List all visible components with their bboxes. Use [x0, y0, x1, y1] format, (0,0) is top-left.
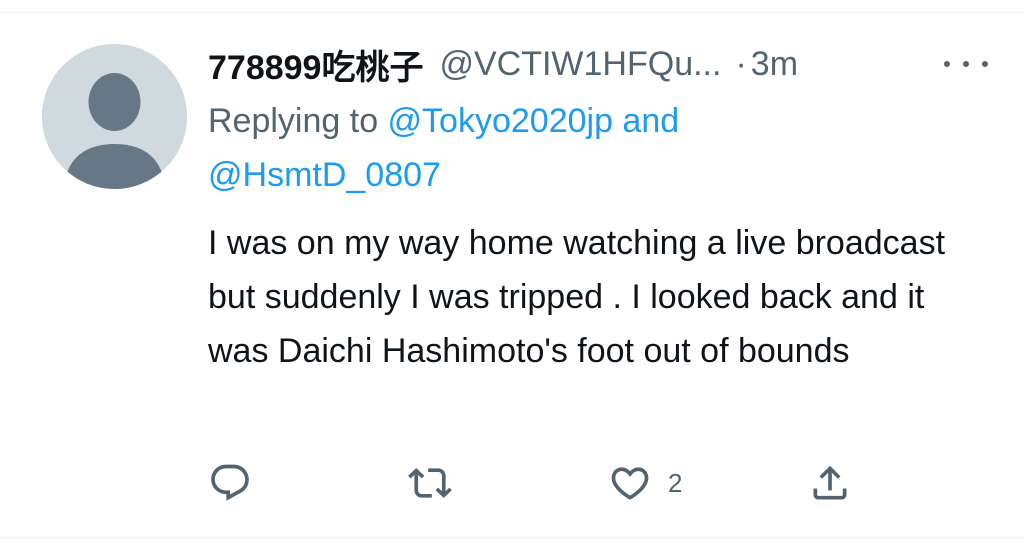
- reply-and-others[interactable]: and: [613, 102, 679, 140]
- top-divider: [0, 0, 1024, 13]
- reply-icon: [211, 464, 249, 501]
- tweet-actions: 2: [208, 458, 868, 508]
- share-icon: [813, 465, 847, 500]
- tweet-header: 778899吃桃子 @VCTIW1HFQu... · 3m: [208, 40, 998, 88]
- tweet-content: 778899吃桃子 @VCTIW1HFQu... · 3m Replying t…: [208, 40, 998, 378]
- retweet-button[interactable]: [408, 458, 452, 508]
- tweet-text: I was on my way home watching a live bro…: [208, 224, 946, 370]
- replying-to-line: Replying to @Tokyo2020jp and @HsmtD_0807: [208, 94, 828, 202]
- retweet-icon: [408, 468, 452, 498]
- default-profile-icon: [42, 44, 187, 189]
- display-name[interactable]: 778899吃桃子: [208, 40, 423, 89]
- user-handle[interactable]: @VCTIW1HFQu...: [439, 45, 721, 84]
- share-button[interactable]: [808, 458, 852, 508]
- reply-button[interactable]: [208, 458, 252, 508]
- timestamp[interactable]: 3m: [751, 45, 798, 84]
- reply-target-hsmtd[interactable]: @HsmtD_0807: [208, 156, 441, 194]
- like-button[interactable]: 2: [608, 458, 682, 508]
- like-count: 2: [668, 467, 683, 498]
- heart-icon: [611, 467, 649, 500]
- bottom-divider: [0, 537, 1024, 538]
- separator-dot: ·: [735, 44, 747, 83]
- avatar[interactable]: [42, 44, 187, 189]
- reply-target-tokyo2020jp[interactable]: @Tokyo2020jp: [388, 102, 613, 140]
- more-options-icon[interactable]: [944, 52, 988, 76]
- replying-prefix: Replying to: [208, 102, 388, 140]
